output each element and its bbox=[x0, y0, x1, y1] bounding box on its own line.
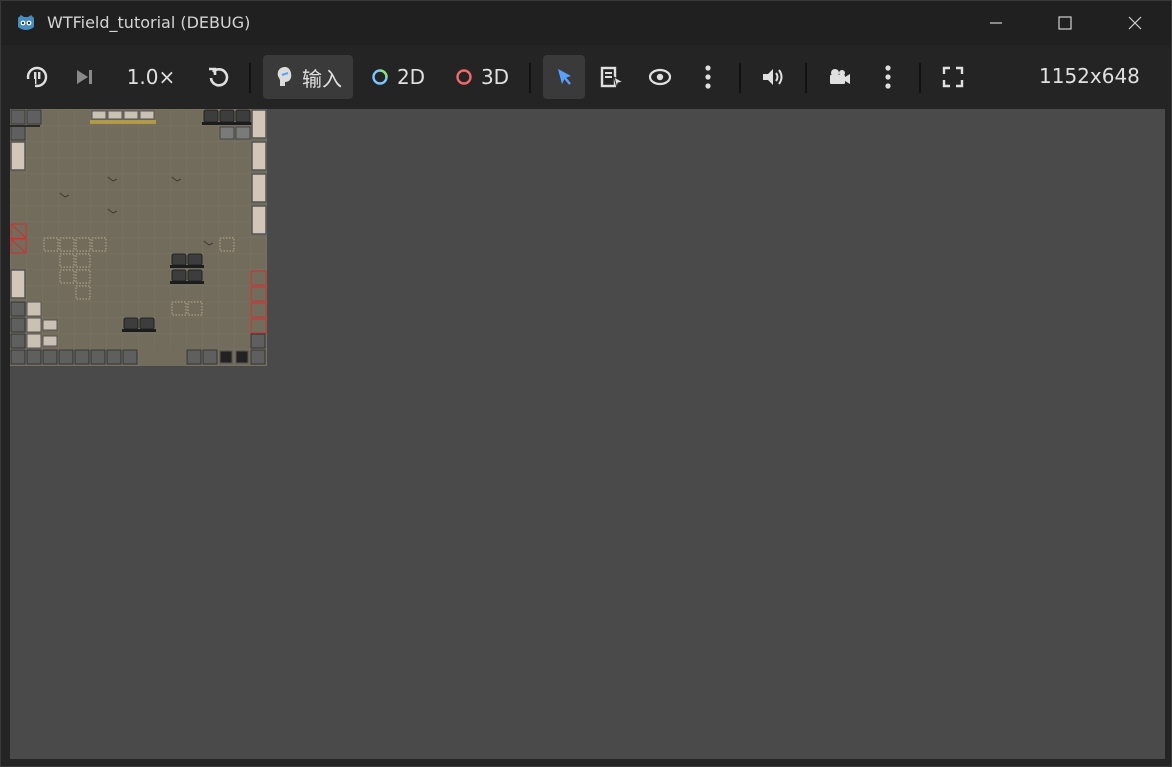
select-mode-button[interactable] bbox=[543, 55, 585, 99]
title-bar: WTField_tutorial (DEBUG) bbox=[1, 1, 1171, 45]
game-viewport[interactable] bbox=[10, 109, 1165, 759]
circle-3d-icon bbox=[456, 69, 472, 85]
toolbar-separator bbox=[739, 63, 741, 93]
close-icon bbox=[1128, 16, 1142, 30]
tile-map bbox=[10, 109, 267, 366]
select-icon bbox=[558, 69, 571, 85]
pause-icon bbox=[26, 66, 48, 88]
maximize-icon bbox=[1058, 16, 1072, 30]
step-frame-icon bbox=[77, 70, 92, 84]
camera-button[interactable] bbox=[819, 55, 859, 99]
mode-3d-label: 3D bbox=[480, 65, 510, 89]
fullscreen-icon bbox=[942, 66, 964, 88]
visibility-icon bbox=[648, 68, 672, 86]
list-select-button[interactable] bbox=[593, 55, 631, 99]
mode-2d-button[interactable]: 2D bbox=[365, 55, 431, 99]
visibility-button[interactable] bbox=[641, 55, 679, 99]
reset-speed-button[interactable] bbox=[199, 55, 237, 99]
bottom-left-machines bbox=[10, 301, 26, 349]
toolbar-separator bbox=[919, 63, 921, 93]
godot-app-icon bbox=[18, 15, 34, 30]
top-right-crates bbox=[203, 109, 251, 123]
resolution-readout: 1152x648 bbox=[1039, 64, 1140, 88]
speed-label: 1.0× bbox=[126, 65, 176, 89]
minimize-icon bbox=[990, 22, 1002, 24]
camera-icon bbox=[830, 69, 850, 84]
input-label: 输入 bbox=[302, 66, 342, 91]
close-button[interactable] bbox=[1112, 1, 1158, 45]
input-icon bbox=[277, 67, 292, 86]
pause-button[interactable] bbox=[19, 55, 55, 99]
more-options-button[interactable] bbox=[693, 55, 723, 99]
toolbar-separator bbox=[529, 63, 531, 93]
mode-2d-label: 2D bbox=[396, 65, 426, 89]
audio-icon bbox=[763, 69, 783, 85]
mode-3d-button[interactable]: 3D bbox=[449, 55, 515, 99]
list-select-icon bbox=[600, 66, 625, 89]
more-icon bbox=[705, 65, 711, 89]
minimize-button[interactable] bbox=[973, 1, 1019, 45]
debug-toolbar: 1.0× 输入 2D 3D 1152x648 bbox=[1, 45, 1171, 109]
toolbar-separator bbox=[249, 63, 251, 93]
circle-2d-icon bbox=[372, 69, 388, 85]
camera-options-button[interactable] bbox=[873, 55, 903, 99]
more-icon bbox=[885, 65, 891, 89]
input-toggle-button[interactable]: 输入 bbox=[263, 55, 353, 99]
window-title: WTField_tutorial (DEBUG) bbox=[47, 13, 251, 32]
game-window: WTField_tutorial (DEBUG) 1.0× 输入 2D 3D 1… bbox=[0, 0, 1172, 767]
toolbar-separator bbox=[805, 63, 807, 93]
audio-button[interactable] bbox=[753, 55, 793, 99]
fullscreen-button[interactable] bbox=[933, 55, 973, 99]
maximize-button[interactable] bbox=[1042, 1, 1088, 45]
speed-button[interactable]: 1.0× bbox=[119, 55, 183, 99]
reset-speed-icon bbox=[209, 67, 229, 87]
step-frame-button[interactable] bbox=[67, 55, 103, 99]
